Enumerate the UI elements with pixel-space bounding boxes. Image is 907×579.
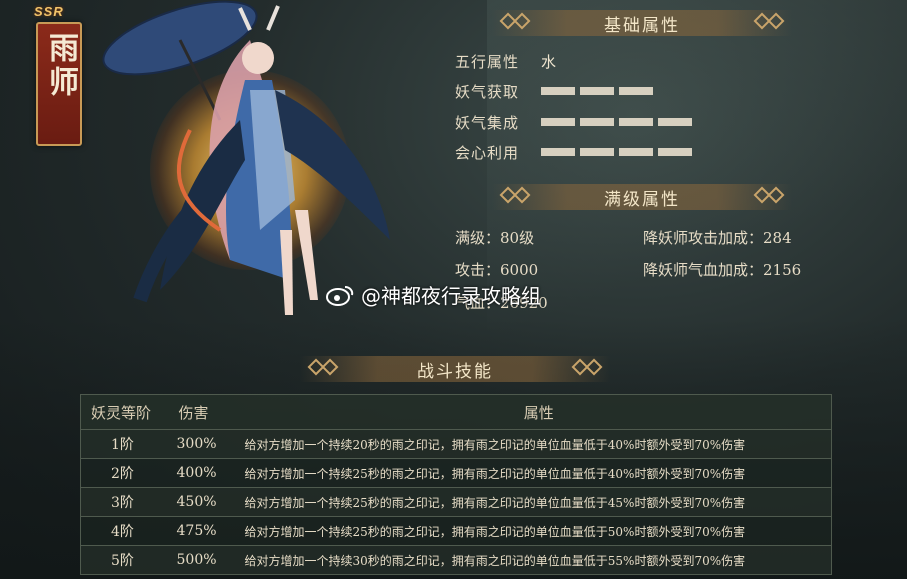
table-row: 2阶 400% 给对方增加一个持续25秒的雨之印记，拥有雨之印记的单位血量低于4… [80, 458, 832, 488]
yaoqi-gain-label: 妖气获取 [455, 83, 520, 101]
table-row: 4阶 475% 给对方增加一个持续25秒的雨之印记，拥有雨之印记的单位血量低于5… [80, 516, 832, 546]
diamond-ornament-icon [513, 12, 531, 30]
skill-damage-cell: 475% [168, 516, 237, 546]
level-bar-segment [580, 87, 614, 95]
column-header-damage: 伤害 [168, 394, 237, 430]
level-bar-segment [658, 118, 692, 126]
skill-damage-cell: 400% [168, 458, 237, 488]
attack-stat: 攻击：6000 [455, 261, 539, 279]
skill-damage-cell: 300% [168, 429, 237, 459]
skills-table-header-row: 妖灵等阶 伤害 属性 [80, 394, 832, 430]
skill-desc-cell: 给对方增加一个持续30秒的雨之印记，拥有雨之印记的单位血量低于55%时额外受到7… [236, 545, 832, 575]
weibo-icon [326, 285, 354, 306]
skill-level-cell: 1阶 [80, 429, 169, 459]
table-row: 1阶 300% 给对方增加一个持续20秒的雨之印记，拥有雨之印记的单位血量低于4… [80, 429, 832, 459]
skill-damage-cell: 500% [168, 545, 237, 575]
skill-level-cell: 3阶 [80, 487, 169, 517]
skill-desc-cell: 给对方增加一个持续25秒的雨之印记，拥有雨之印记的单位血量低于45%时额外受到7… [236, 487, 832, 517]
character-name: 雨师 [43, 32, 78, 100]
diamond-ornament-icon [321, 358, 339, 376]
skill-desc-cell: 给对方增加一个持续25秒的雨之印记，拥有雨之印记的单位血量低于50%时额外受到7… [236, 516, 832, 546]
yaoqi-gather-bars [541, 118, 692, 126]
background-roof [487, 0, 907, 330]
element-label: 五行属性 [455, 53, 520, 71]
skills-title: 战斗技能 [417, 361, 493, 382]
level-bar-segment [541, 148, 575, 156]
crit-usage-bars [541, 148, 692, 156]
level-bar-segment [619, 118, 653, 126]
skill-level-cell: 2阶 [80, 458, 169, 488]
skill-level-cell: 4阶 [80, 516, 169, 546]
element-value: 水 [541, 53, 557, 71]
skills-table: 妖灵等阶 伤害 属性 1阶 300% 给对方增加一个持续20秒的雨之印记，拥有雨… [80, 394, 832, 575]
diamond-ornament-icon [767, 12, 785, 30]
level-bar-segment [619, 148, 653, 156]
max-attributes-title: 满级属性 [604, 189, 680, 210]
table-row: 3阶 450% 给对方增加一个持续25秒的雨之印记，拥有雨之印记的单位血量低于4… [80, 487, 832, 517]
max-attributes-header: 满级属性 [492, 184, 792, 210]
rarity-badge: SSR [34, 4, 64, 19]
diamond-ornament-icon [513, 186, 531, 204]
level-bar-segment [580, 118, 614, 126]
watermark-text: @神都夜行录攻略组 [361, 284, 541, 308]
weibo-watermark: @神都夜行录攻略组 [325, 280, 541, 309]
column-header-attribute: 属性 [236, 394, 832, 430]
yaoqi-gather-label: 妖气集成 [455, 114, 520, 132]
basic-attributes-title: 基础属性 [604, 15, 680, 36]
skill-desc-cell: 给对方增加一个持续20秒的雨之印记，拥有雨之印记的单位血量低于40%时额外受到7… [236, 429, 832, 459]
skill-damage-cell: 450% [168, 487, 237, 517]
skills-header: 战斗技能 [300, 356, 610, 382]
basic-attributes-header: 基础属性 [492, 10, 792, 36]
diamond-ornament-icon [585, 358, 603, 376]
column-header-level: 妖灵等阶 [80, 394, 169, 430]
yaoqi-gain-bars [541, 87, 653, 95]
table-row: 5阶 500% 给对方增加一个持续30秒的雨之印记，拥有雨之印记的单位血量低于5… [80, 545, 832, 575]
level-bar-segment [541, 87, 575, 95]
level-bar-segment [580, 148, 614, 156]
diamond-ornament-icon [767, 186, 785, 204]
level-bar-segment [541, 118, 575, 126]
master-attack-bonus-stat: 降妖师攻击加成：284 [643, 229, 792, 247]
master-hp-bonus-stat: 降妖师气血加成：2156 [643, 261, 802, 279]
character-name-banner: 雨师 [36, 22, 82, 146]
level-bar-segment [619, 87, 653, 95]
crit-usage-label: 会心利用 [455, 144, 520, 162]
skill-level-cell: 5阶 [80, 545, 169, 575]
skill-desc-cell: 给对方增加一个持续25秒的雨之印记，拥有雨之印记的单位血量低于40%时额外受到7… [236, 458, 832, 488]
max-level-stat: 满级：80级 [455, 229, 535, 247]
level-bar-segment [658, 148, 692, 156]
